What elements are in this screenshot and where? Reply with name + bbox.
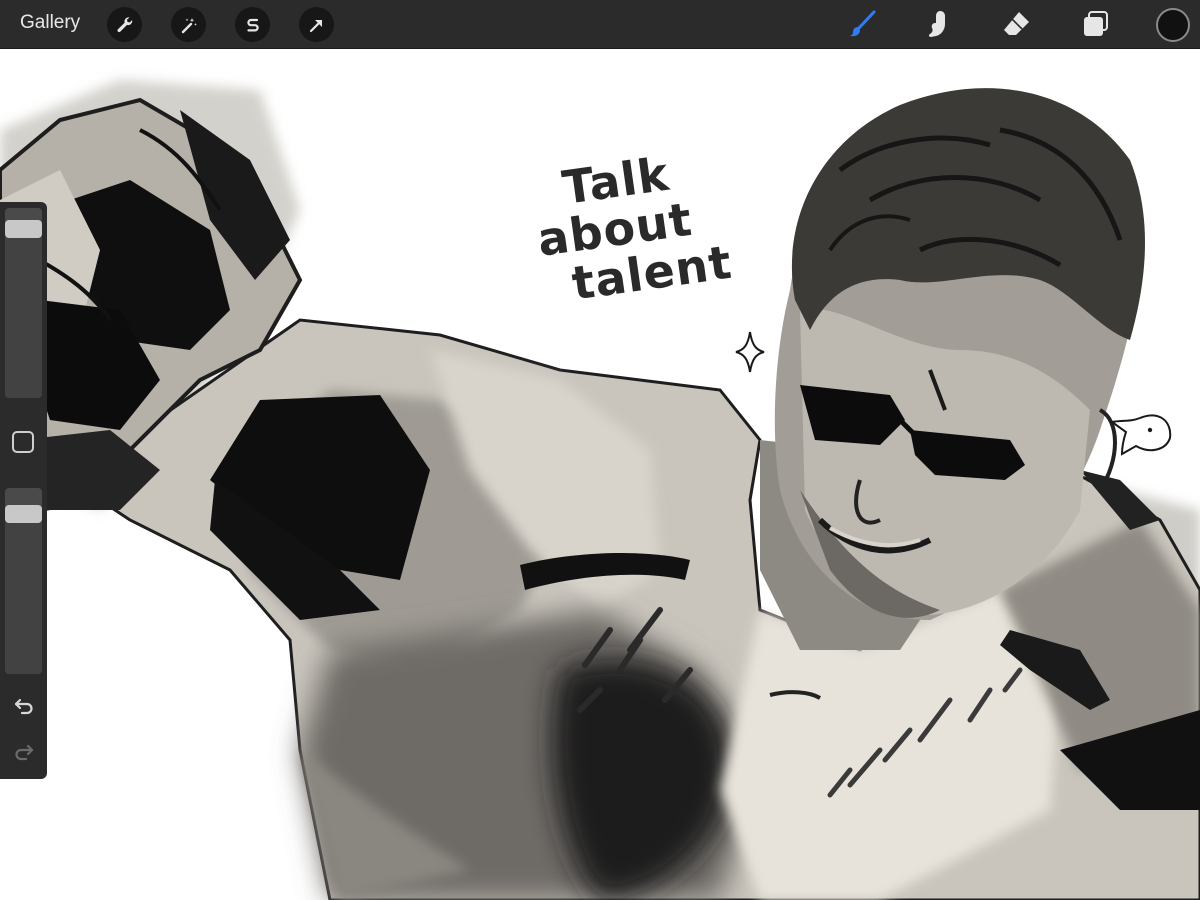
brush-icon [850, 10, 876, 37]
magic-wand-icon [181, 17, 197, 33]
smudge-tool-button[interactable] [920, 6, 956, 42]
color-picker-button[interactable] [1156, 8, 1190, 42]
undo-icon [14, 698, 33, 715]
adjustments-button[interactable] [171, 7, 206, 42]
top-toolbar: Gallery [0, 0, 1200, 49]
layers-icon [1084, 11, 1108, 36]
opacity-thumb[interactable] [5, 505, 42, 523]
undo-button[interactable] [11, 692, 37, 718]
brush-size-thumb[interactable] [5, 220, 42, 238]
selection-button[interactable] [235, 7, 270, 42]
redo-icon [15, 744, 34, 761]
redo-button[interactable] [11, 738, 37, 764]
arrow-cursor-icon [309, 19, 322, 32]
opacity-fill [5, 505, 42, 674]
opacity-slider[interactable] [5, 488, 42, 674]
left-sidebar [0, 202, 47, 779]
selection-s-icon [246, 18, 259, 31]
eraser-tool-button[interactable] [998, 6, 1034, 42]
modify-button[interactable] [12, 431, 34, 453]
actions-button[interactable] [107, 7, 142, 42]
smudge-icon [928, 11, 945, 37]
brush-size-slider[interactable] [5, 208, 42, 398]
layers-button[interactable] [1078, 6, 1114, 42]
transform-button[interactable] [299, 7, 334, 42]
brush-tool-button[interactable] [845, 6, 881, 42]
eraser-icon [1004, 12, 1029, 35]
drawing-canvas[interactable]: Talk about talent [0, 50, 1200, 900]
brush-size-fill [5, 220, 42, 398]
wrench-icon [117, 16, 132, 32]
gallery-button[interactable]: Gallery [20, 12, 80, 34]
